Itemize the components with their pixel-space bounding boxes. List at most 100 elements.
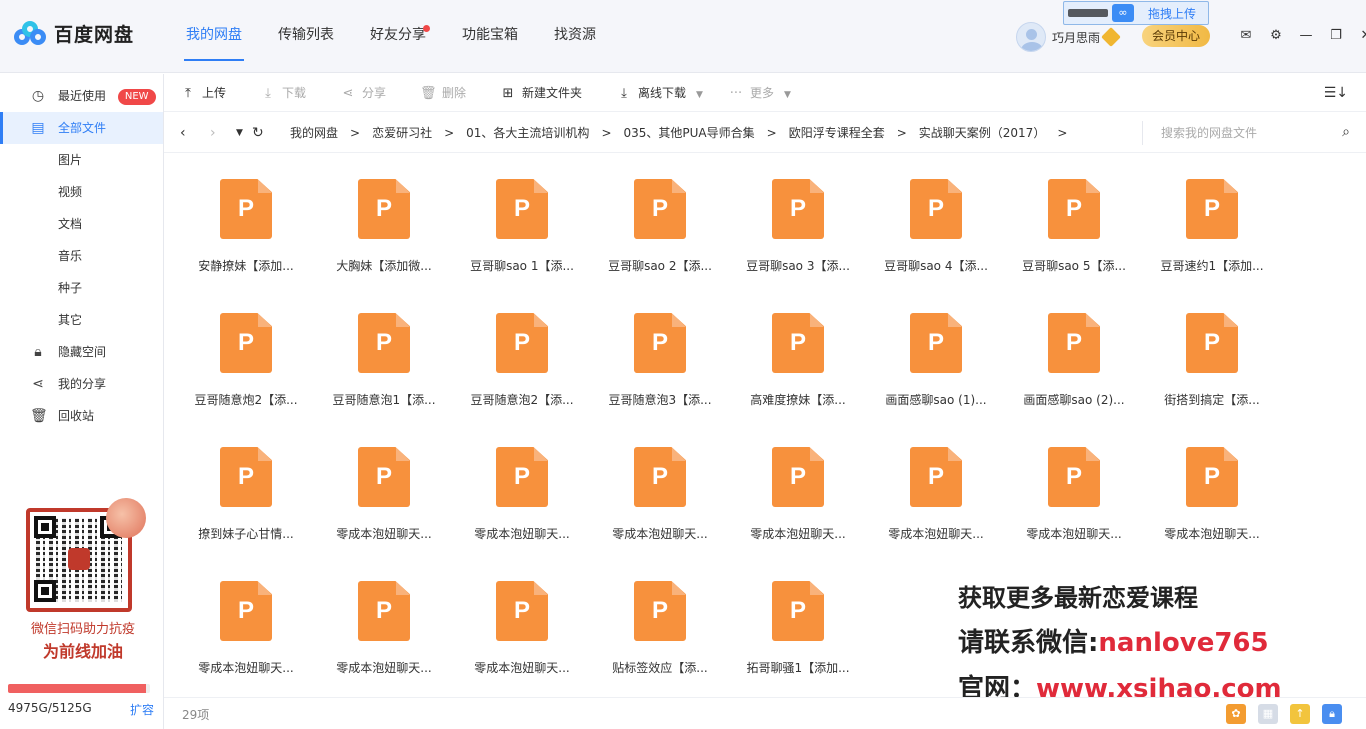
file-item[interactable]: P 豆哥聊sao 4【添... — [868, 165, 1004, 285]
breadcrumb-item[interactable]: 我的网盘 — [290, 113, 338, 153]
nav-friend-share[interactable]: 好友分享 — [352, 0, 444, 73]
sort-icon[interactable]: ☰↓ — [1324, 85, 1348, 101]
close-icon[interactable]: ✕ — [1352, 26, 1366, 46]
sidebar-item-music[interactable]: 音乐 — [0, 240, 163, 272]
file-item[interactable]: P 零成本泡妞聊天... — [316, 567, 452, 687]
lock-icon: 🔒︎ — [34, 344, 42, 360]
file-name: 零成本泡妞聊天... — [198, 661, 294, 675]
file-item[interactable]: P 零成本泡妞聊天... — [1006, 433, 1142, 553]
sidebar-item-my-shares[interactable]: ⋖ 我的分享 — [0, 368, 163, 400]
file-item[interactable]: P 零成本泡妞聊天... — [592, 433, 728, 553]
avatar[interactable] — [1016, 22, 1046, 52]
file-item[interactable]: P 高难度撩妹【添... — [730, 299, 866, 419]
breadcrumb-item[interactable]: 欧阳浮专课程全套 — [789, 113, 885, 153]
breadcrumb-item[interactable]: 实战聊天案例（2017） — [919, 113, 1046, 153]
delete-button[interactable]: 🗑︎ 删除 — [420, 74, 466, 112]
sidebar-item-others[interactable]: 其它 — [0, 304, 163, 336]
file-item[interactable]: P 豆哥随意炮2【添... — [178, 299, 314, 419]
file-item[interactable]: P 零成本泡妞聊天... — [730, 433, 866, 553]
nav-find-resources[interactable]: 找资源 — [536, 0, 614, 73]
forward-icon[interactable]: › — [210, 113, 216, 153]
file-name: 零成本泡妞聊天... — [474, 527, 570, 541]
more-button[interactable]: ··· 更多 ▼ — [728, 74, 791, 112]
search-input[interactable] — [1161, 121, 1331, 145]
file-item[interactable]: P 豆哥聊sao 2【添... — [592, 165, 728, 285]
restore-icon[interactable]: ❐ — [1322, 26, 1350, 46]
sidebar-item-videos[interactable]: 视频 — [0, 176, 163, 208]
nav-transfer-list[interactable]: 传输列表 — [260, 0, 352, 73]
settings-icon[interactable]: ⚙ — [1262, 26, 1290, 46]
breadcrumb-item[interactable]: 恋爱研习社 — [372, 113, 432, 153]
chevron-down-icon[interactable]: ▼ — [784, 90, 791, 100]
file-item[interactable]: P 撩到妹子心甘情... — [178, 433, 314, 553]
nav-toolbox[interactable]: 功能宝箱 — [444, 0, 536, 73]
sidebar-item-images[interactable]: 图片 — [0, 144, 163, 176]
file-item[interactable]: P 零成本泡妞聊天... — [316, 433, 452, 553]
file-item[interactable]: P 街搭到搞定【添... — [1144, 299, 1280, 419]
nav-label: 传输列表 — [278, 27, 334, 43]
sidebar-item-label: 隐藏空间 — [58, 345, 107, 359]
file-item[interactable]: P 零成本泡妞聊天... — [178, 567, 314, 687]
file-item[interactable]: P 豆哥聊sao 1【添... — [454, 165, 590, 285]
sidebar-item-documents[interactable]: 文档 — [0, 208, 163, 240]
offline-download-button[interactable]: ⤓ 离线下载 ▼ — [616, 74, 703, 112]
file-item[interactable]: P 零成本泡妞聊天... — [454, 567, 590, 687]
member-center-button[interactable]: 会员中心 — [1142, 25, 1210, 47]
file-item[interactable]: P 零成本泡妞聊天... — [1144, 433, 1280, 553]
upload-status-icon[interactable]: ↑ — [1290, 704, 1310, 724]
file-item[interactable]: P 零成本泡妞聊天... — [454, 433, 590, 553]
sidebar-item-all-files[interactable]: ▤ 全部文件 — [0, 112, 163, 144]
file-name: 豆哥聊sao 2【添... — [608, 259, 712, 273]
file-item[interactable]: P 豆哥随意泡2【添... — [454, 299, 590, 419]
new-folder-button[interactable]: ⊞ 新建文件夹 — [500, 74, 582, 112]
file-item[interactable]: P 画面感聊sao (1)... — [868, 299, 1004, 419]
ppt-file-icon: P — [910, 179, 962, 239]
file-item[interactable]: P 贴标签效应【添... — [592, 567, 728, 687]
file-item[interactable]: P 零成本泡妞聊天... — [868, 433, 1004, 553]
sidebar-item-torrents[interactable]: 种子 — [0, 272, 163, 304]
file-item[interactable]: P 豆哥聊sao 5【添... — [1006, 165, 1142, 285]
sidebar-item-recycle-bin[interactable]: 🗑︎ 回收站 — [0, 400, 163, 432]
search-box: ⌕ — [1142, 121, 1362, 145]
minimize-icon[interactable]: — — [1292, 26, 1320, 46]
file-name: 豆哥随意泡3【添... — [608, 393, 712, 407]
history-dropdown-icon[interactable]: ▼ — [236, 113, 243, 153]
sidebar-item-hidden-space[interactable]: 🔒︎ 隐藏空间 — [0, 336, 163, 368]
download-button[interactable]: ⤓ 下载 — [260, 74, 306, 112]
search-icon[interactable]: ⌕ — [1342, 124, 1350, 140]
download-icon: ⤓ — [265, 86, 271, 101]
file-item[interactable]: P 拓哥聊骚1【添加... — [730, 567, 866, 687]
mail-icon[interactable]: ✉ — [1232, 26, 1260, 46]
file-item[interactable]: P 豆哥随意泡1【添... — [316, 299, 452, 419]
file-item[interactable]: P 豆哥速约1【添加... — [1144, 165, 1280, 285]
gift-icon[interactable]: ✿ — [1226, 704, 1246, 724]
breadcrumb-item[interactable]: 035、其他PUA导师合集 — [624, 113, 755, 153]
breadcrumb-item[interactable]: 01、各大主流培训机构 — [466, 113, 589, 153]
file-item[interactable]: P 大胸妹【添加微... — [316, 165, 452, 285]
share-button[interactable]: ⋖ 分享 — [340, 74, 386, 112]
upload-button[interactable]: ⤒ 上传 — [180, 74, 226, 112]
toolbar: ⤒ 上传 ⤓ 下载 ⋖ 分享 🗑︎ 删除 ⊞ 新建文件夹 ⤓ 离线下载 ▼ ··· 更多 ▼ ☰↓ — [164, 74, 1366, 112]
drag-handle[interactable] — [1068, 9, 1108, 17]
chevron-down-icon[interactable]: ▼ — [696, 90, 703, 100]
apps-grid-icon[interactable]: ▦ — [1258, 704, 1278, 724]
user-info[interactable]: 巧月思雨 — [1016, 22, 1121, 52]
cloud-logo-icon — [14, 20, 46, 47]
username[interactable]: 巧月思雨 — [1052, 29, 1100, 46]
file-item[interactable]: P 豆哥聊sao 3【添... — [730, 165, 866, 285]
delete-label: 删除 — [442, 86, 467, 100]
app-logo[interactable]: 百度网盘 — [14, 20, 134, 47]
breadcrumb-separator[interactable]: > — [1057, 113, 1067, 153]
promo-banner[interactable]: 微信扫码助力抗疫 为前线加油 — [8, 498, 158, 670]
file-name: 零成本泡妞聊天... — [750, 527, 846, 541]
lock-icon[interactable]: 🔒︎ — [1322, 704, 1342, 724]
file-item[interactable]: P 画面感聊sao (2)... — [1006, 299, 1142, 419]
file-item[interactable]: P 豆哥随意泡3【添... — [592, 299, 728, 419]
sidebar-item-recent[interactable]: ◷ 最近使用 NEW — [0, 80, 163, 112]
nav-my-drive[interactable]: 我的网盘 — [168, 0, 260, 73]
file-item[interactable]: P 安静撩妹【添加... — [178, 165, 314, 285]
status-icons: ✿ ▦ ↑ 🔒︎ — [1214, 704, 1342, 724]
expand-storage-link[interactable]: 扩容 — [130, 701, 154, 718]
back-icon[interactable]: ‹ — [180, 113, 186, 153]
refresh-icon[interactable]: ↻ — [252, 113, 264, 153]
